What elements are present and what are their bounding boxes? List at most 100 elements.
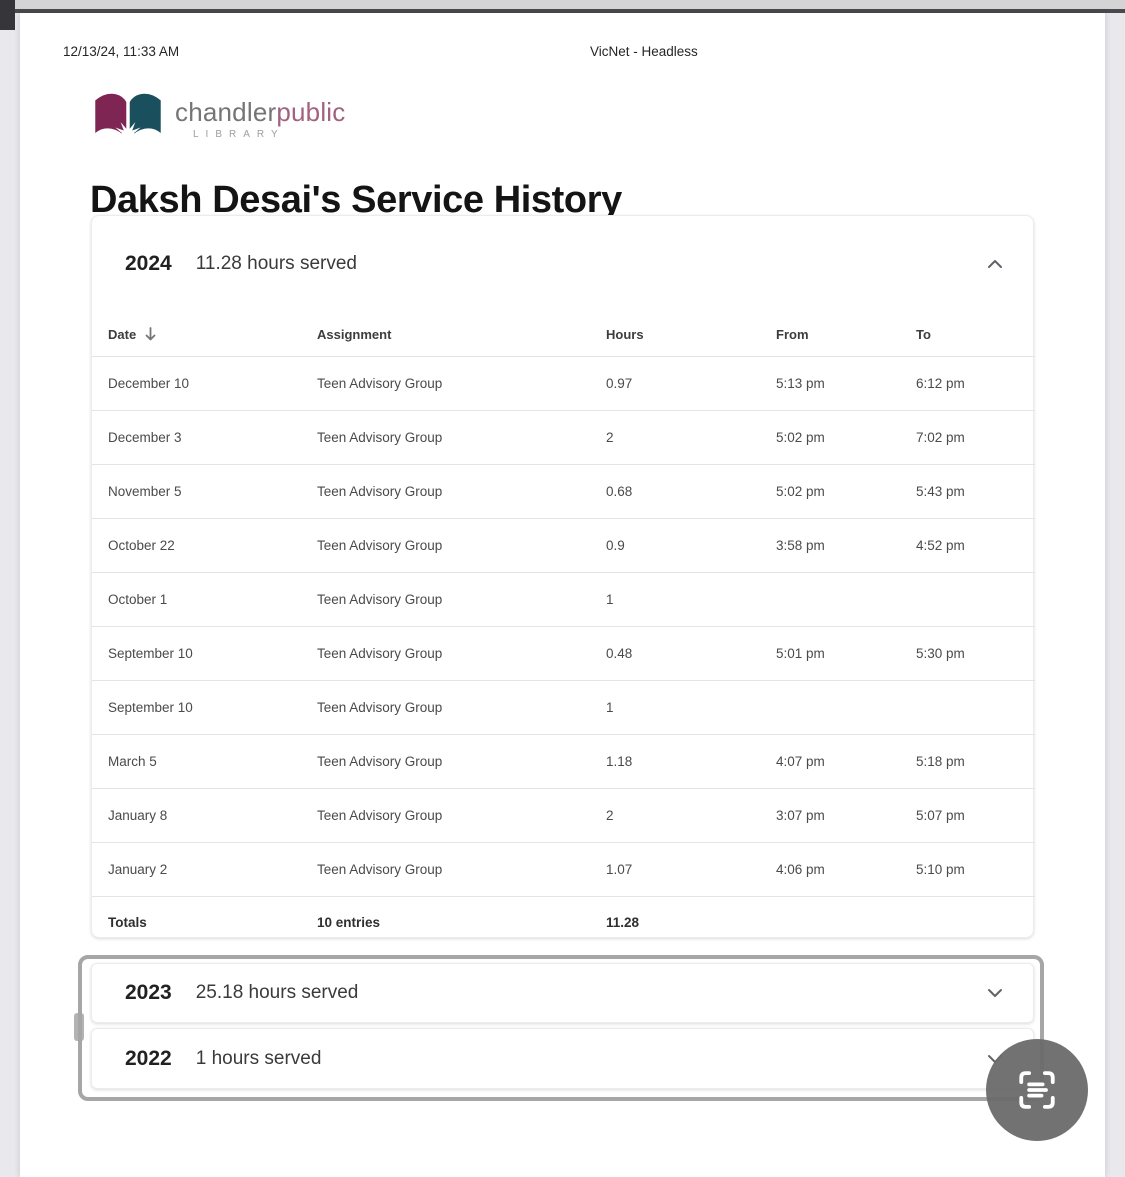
table-cell: 3:07 pm <box>776 808 825 823</box>
table-cell: 0.9 <box>606 538 625 553</box>
table-cell: Teen Advisory Group <box>317 538 443 553</box>
table-cell: 5:02 pm <box>776 484 825 499</box>
table-row: September 10 Teen Advisory Group 0.48 5:01 … <box>92 626 1035 681</box>
year-summary: 1 hours served <box>195 1047 322 1069</box>
table-cell <box>776 573 916 627</box>
table-row: March 5 Teen Advisory Group 1.18 4:07 pm 5:1… <box>92 734 1035 789</box>
table-cell: 0.68 <box>606 484 633 499</box>
table-cell: Teen Advisory Group <box>317 700 443 715</box>
printed-page: 12/13/24, 11:33 AM VicNet - Headless cha… <box>20 13 1105 1177</box>
table-cell: Teen Advisory Group <box>317 754 443 769</box>
table-cell: Teen Advisory Group <box>317 592 443 607</box>
column-header-assignment[interactable]: Assignment <box>317 312 606 357</box>
table-cell: 5:30 pm <box>916 646 965 661</box>
table-cell: 3:58 pm <box>776 538 825 553</box>
year-card-2022: 2022 1 hours served <box>91 1028 1034 1089</box>
chevron-up-icon[interactable] <box>987 259 1003 269</box>
table-cell: 5:43 pm <box>916 484 965 499</box>
sort-descending-icon[interactable] <box>144 326 157 342</box>
table-cell: 5:02 pm <box>776 430 825 445</box>
open-book-logo-icon <box>95 93 161 150</box>
scan-text-button[interactable] <box>986 1039 1088 1141</box>
year-card-2024: 2024 11.28 hours served Date Assignment … <box>91 215 1035 938</box>
totals-entries: 10 entries <box>317 915 381 930</box>
table-cell <box>776 681 916 735</box>
table-cell: 0.97 <box>606 376 633 391</box>
service-history-table: Date Assignment Hours From To December 1… <box>92 312 1035 948</box>
table-cell: November 5 <box>108 484 182 499</box>
table-cell: 4:06 pm <box>776 862 825 877</box>
year-label: 2022 <box>125 1046 172 1070</box>
table-cell: 5:10 pm <box>916 862 965 877</box>
table-cell: January 2 <box>108 862 168 877</box>
table-row: January 8 Teen Advisory Group 2 3:07 pm 5:07… <box>92 788 1035 843</box>
table-cell: Teen Advisory Group <box>317 808 443 823</box>
table-cell: October 1 <box>108 592 168 607</box>
logo-name-chandler: chandler <box>175 97 277 127</box>
table-cell: 7:02 pm <box>916 430 965 445</box>
table-cell: 1 <box>606 700 614 715</box>
table-row: January 2 Teen Advisory Group 1.07 4:06 pm 5… <box>92 842 1035 897</box>
table-row: September 10 Teen Advisory Group 1 <box>92 680 1035 735</box>
table-cell <box>916 573 1035 627</box>
chevron-down-icon[interactable] <box>987 988 1003 998</box>
year-summary: 11.28 hours served <box>195 253 357 274</box>
table-row: November 5 Teen Advisory Group 0.68 5:02 pm… <box>92 464 1035 519</box>
table-cell: March 5 <box>108 754 157 769</box>
photo-frame-top-band <box>0 0 1125 9</box>
table-cell: September 10 <box>108 646 193 661</box>
table-cell: 5:01 pm <box>776 646 825 661</box>
table-row: October 22 Teen Advisory Group 0.9 3:58 pm 4… <box>92 518 1035 573</box>
table-cell: 0.48 <box>606 646 633 661</box>
totals-hours: 11.28 <box>606 915 640 930</box>
column-header-to[interactable]: To <box>916 312 1035 357</box>
table-cell: 4:52 pm <box>916 538 965 553</box>
year-label: 2024 <box>125 252 172 275</box>
table-cell: Teen Advisory Group <box>317 484 443 499</box>
logo-name-public: public <box>276 97 346 127</box>
column-header-from[interactable]: From <box>776 312 916 357</box>
year-header-2024[interactable]: 2024 11.28 hours served <box>92 216 1033 312</box>
table-row: December 10 Teen Advisory Group 0.97 5:13 p… <box>92 356 1035 411</box>
table-cell: 5:18 pm <box>916 754 965 769</box>
table-cell: September 10 <box>108 700 193 715</box>
table-cell: 4:07 pm <box>776 754 825 769</box>
year-header-2022[interactable]: 2022 1 hours served <box>92 1029 1033 1088</box>
table-cell: Teen Advisory Group <box>317 376 443 391</box>
table-cell: December 10 <box>108 376 190 391</box>
library-logo: chandlerpublic LIBRARY <box>91 90 345 152</box>
year-header-2023[interactable]: 2023 25.18 hours served <box>92 964 1033 1022</box>
table-header-row: Date Assignment Hours From To <box>92 312 1035 357</box>
table-cell: 2 <box>606 430 614 445</box>
scan-text-icon <box>1019 1071 1055 1109</box>
table-cell: 6:12 pm <box>916 376 965 391</box>
library-logo-text: chandlerpublic LIBRARY <box>175 99 345 140</box>
year-summary: 25.18 hours served <box>195 982 359 1003</box>
totals-label: Totals <box>108 915 147 930</box>
service-table-body: December 10 Teen Advisory Group 0.97 5:13 p… <box>92 356 1035 897</box>
table-cell: 1.07 <box>606 862 633 877</box>
table-cell: December 3 <box>108 430 182 445</box>
table-cell: January 8 <box>108 808 168 823</box>
photo-frame-corner <box>0 0 15 30</box>
print-document-title: VicNet - Headless <box>590 44 698 59</box>
column-header-date[interactable]: Date <box>92 312 317 357</box>
totals-row: Totals 10 entries 11.28 <box>92 896 1035 949</box>
table-cell: Teen Advisory Group <box>317 430 443 445</box>
table-row: October 1 Teen Advisory Group 1 <box>92 572 1035 627</box>
table-row: December 3 Teen Advisory Group 2 5:02 pm 7:0… <box>92 410 1035 465</box>
table-cell: 1.18 <box>606 754 633 769</box>
table-cell: 5:13 pm <box>776 376 825 391</box>
table-cell: 5:07 pm <box>916 808 965 823</box>
table-cell: Teen Advisory Group <box>317 646 443 661</box>
table-cell: October 22 <box>108 538 175 553</box>
table-cell: Teen Advisory Group <box>317 862 443 877</box>
year-card-2023: 2023 25.18 hours served <box>91 963 1034 1023</box>
table-cell: 1 <box>606 592 614 607</box>
table-cell <box>916 681 1035 735</box>
logo-subtitle: LIBRARY <box>193 129 285 140</box>
year-label: 2023 <box>125 981 172 1004</box>
print-timestamp: 12/13/24, 11:33 AM <box>63 44 180 59</box>
column-header-hours[interactable]: Hours <box>606 312 776 357</box>
table-cell: 2 <box>606 808 614 823</box>
